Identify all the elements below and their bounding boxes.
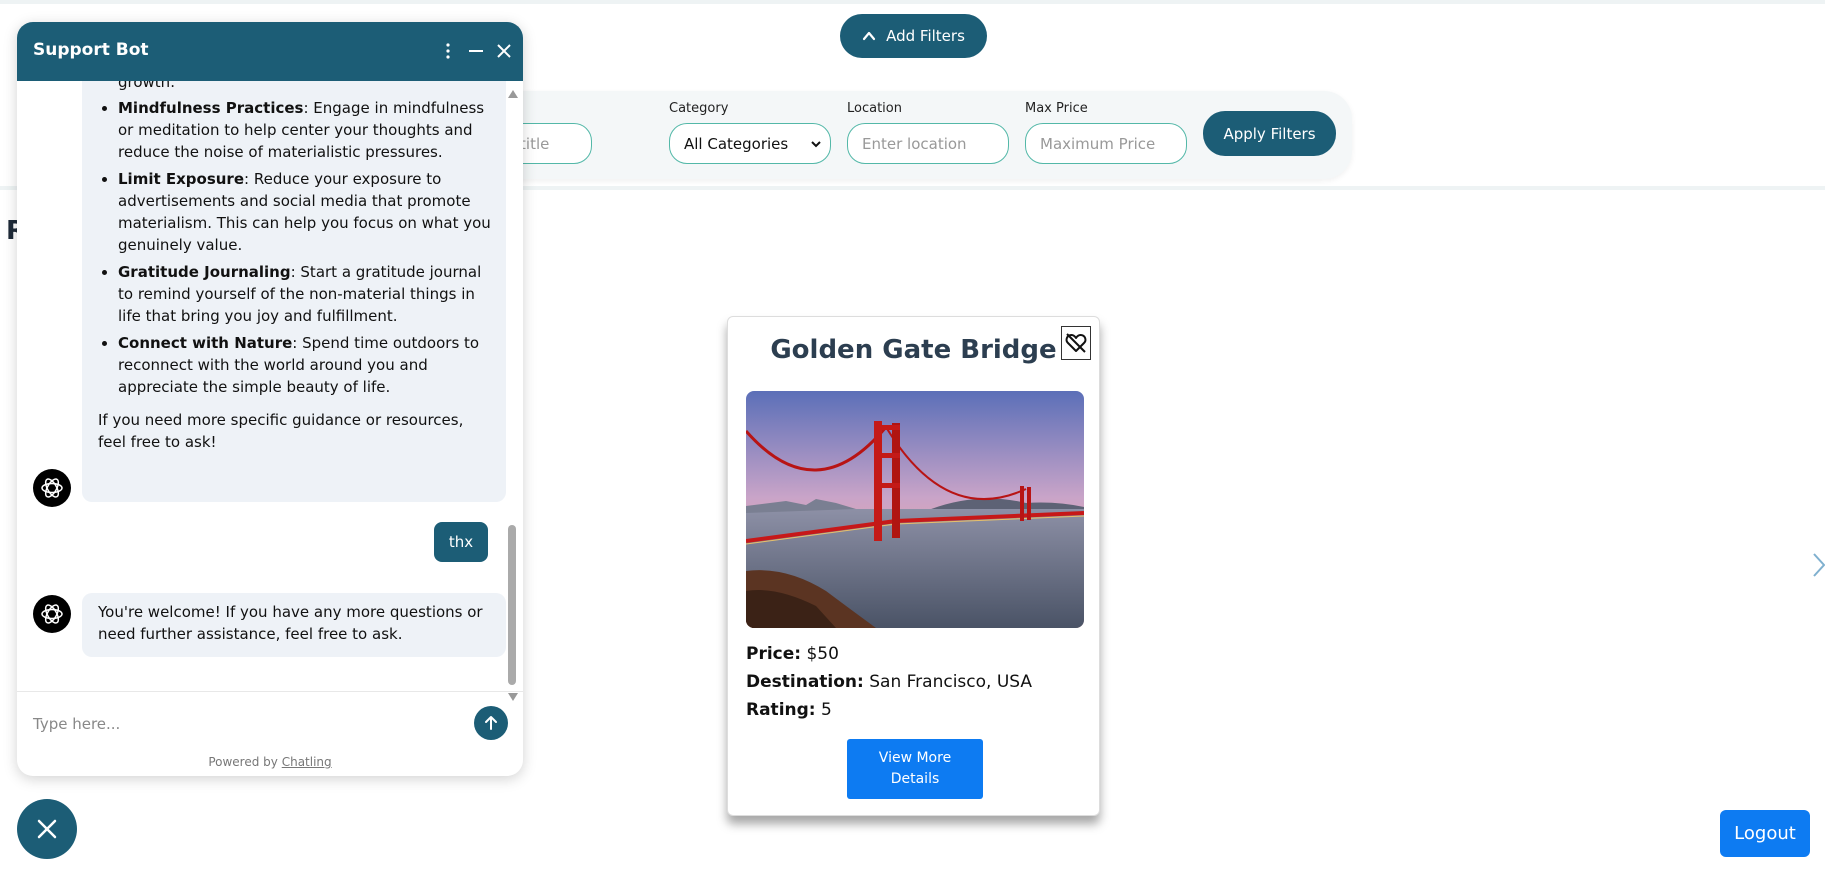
location-input[interactable]: Enter location	[847, 123, 1009, 164]
user-message: thx	[434, 522, 488, 562]
chevron-down-icon	[811, 140, 821, 147]
golden-gate-bridge-image	[746, 391, 1084, 628]
location-filter: Location Enter location	[847, 101, 1009, 164]
send-button[interactable]	[474, 706, 508, 740]
list-item: Limit Exposure: Reduce your exposure to …	[118, 168, 492, 256]
bot-logo-icon	[41, 604, 63, 624]
list-item: Gratitude Journaling: Start a gratitude …	[118, 261, 492, 327]
location-label: Location	[847, 101, 902, 116]
category-select[interactable]: All Categories	[669, 123, 831, 164]
message-fragment: growth.	[118, 81, 175, 91]
more-options-icon[interactable]	[437, 40, 459, 62]
bot-closing-text: If you need more specific guidance or re…	[98, 411, 464, 451]
bot-logo-icon	[41, 478, 63, 498]
scroll-down-arrow-icon[interactable]	[508, 693, 518, 701]
view-more-details-button[interactable]: View More Details	[847, 739, 983, 799]
powered-by: Powered by Chatling	[208, 755, 332, 769]
price-value: $50	[806, 644, 839, 664]
chevron-right-icon[interactable]	[1812, 552, 1825, 578]
chat-message-input[interactable]: Type here...	[33, 710, 473, 738]
max-price-label: Max Price	[1025, 101, 1088, 116]
minimize-icon[interactable]	[465, 40, 487, 62]
add-filters-label: Add Filters	[886, 27, 965, 45]
list-item: Connect with Nature: Spend time outdoors…	[118, 332, 492, 398]
close-chat-button[interactable]	[17, 799, 77, 859]
rating-row: Rating: 5	[746, 700, 832, 720]
heart-off-icon	[1065, 333, 1087, 353]
scroll-up-arrow-icon[interactable]	[508, 90, 518, 98]
rating-value: 5	[821, 700, 832, 720]
bot-message: You're welcome! If you have any more que…	[82, 593, 506, 657]
chatling-link[interactable]: Chatling	[282, 755, 332, 769]
add-filters-button[interactable]: Add Filters	[840, 14, 987, 58]
close-icon[interactable]	[493, 40, 515, 62]
tips-list: Mindfulness Practices: Engage in mindful…	[82, 97, 492, 398]
top-strip	[0, 0, 1825, 4]
chat-messages: growth. Mindfulness Practices: Engage in…	[17, 81, 523, 713]
scroll-thumb[interactable]	[508, 525, 516, 685]
max-price-input[interactable]: Maximum Price	[1025, 123, 1187, 164]
apply-filters-button[interactable]: Apply Filters	[1203, 111, 1336, 156]
card-title: Golden Gate Bridge	[770, 335, 1057, 365]
chat-scrollbar[interactable]	[506, 81, 520, 713]
category-filter: Category All Categories	[669, 101, 831, 164]
favorite-button[interactable]	[1061, 326, 1091, 360]
chat-header: Support Bot	[17, 22, 523, 81]
bot-message: growth. Mindfulness Practices: Engage in…	[82, 81, 506, 502]
list-item: Mindfulness Practices: Engage in mindful…	[118, 97, 492, 163]
chat-title: Support Bot	[33, 40, 149, 60]
card-info: Price: $50 Destination: San Francisco, U…	[746, 640, 1032, 724]
bot-avatar	[33, 595, 71, 633]
price-row: Price: $50	[746, 644, 839, 664]
category-label: Category	[669, 101, 729, 116]
arrow-up-icon	[485, 716, 497, 730]
filter-bar: Enter title Category All Categories Loca…	[460, 91, 1352, 179]
max-price-filter: Max Price Maximum Price	[1025, 101, 1187, 164]
destination-value: San Francisco, USA	[869, 672, 1033, 692]
bot-avatar	[33, 469, 71, 507]
chevron-up-icon	[863, 31, 876, 41]
close-icon	[37, 819, 57, 839]
destination-card: Golden Gate Bridge Price: $50 Destinatio…	[727, 316, 1100, 816]
destination-row: Destination: San Francisco, USA	[746, 672, 1033, 692]
support-chat-widget: Support Bot growth. Mindfulness Practice…	[17, 22, 523, 776]
chat-divider	[17, 691, 523, 692]
logout-button[interactable]: Logout	[1720, 810, 1810, 857]
